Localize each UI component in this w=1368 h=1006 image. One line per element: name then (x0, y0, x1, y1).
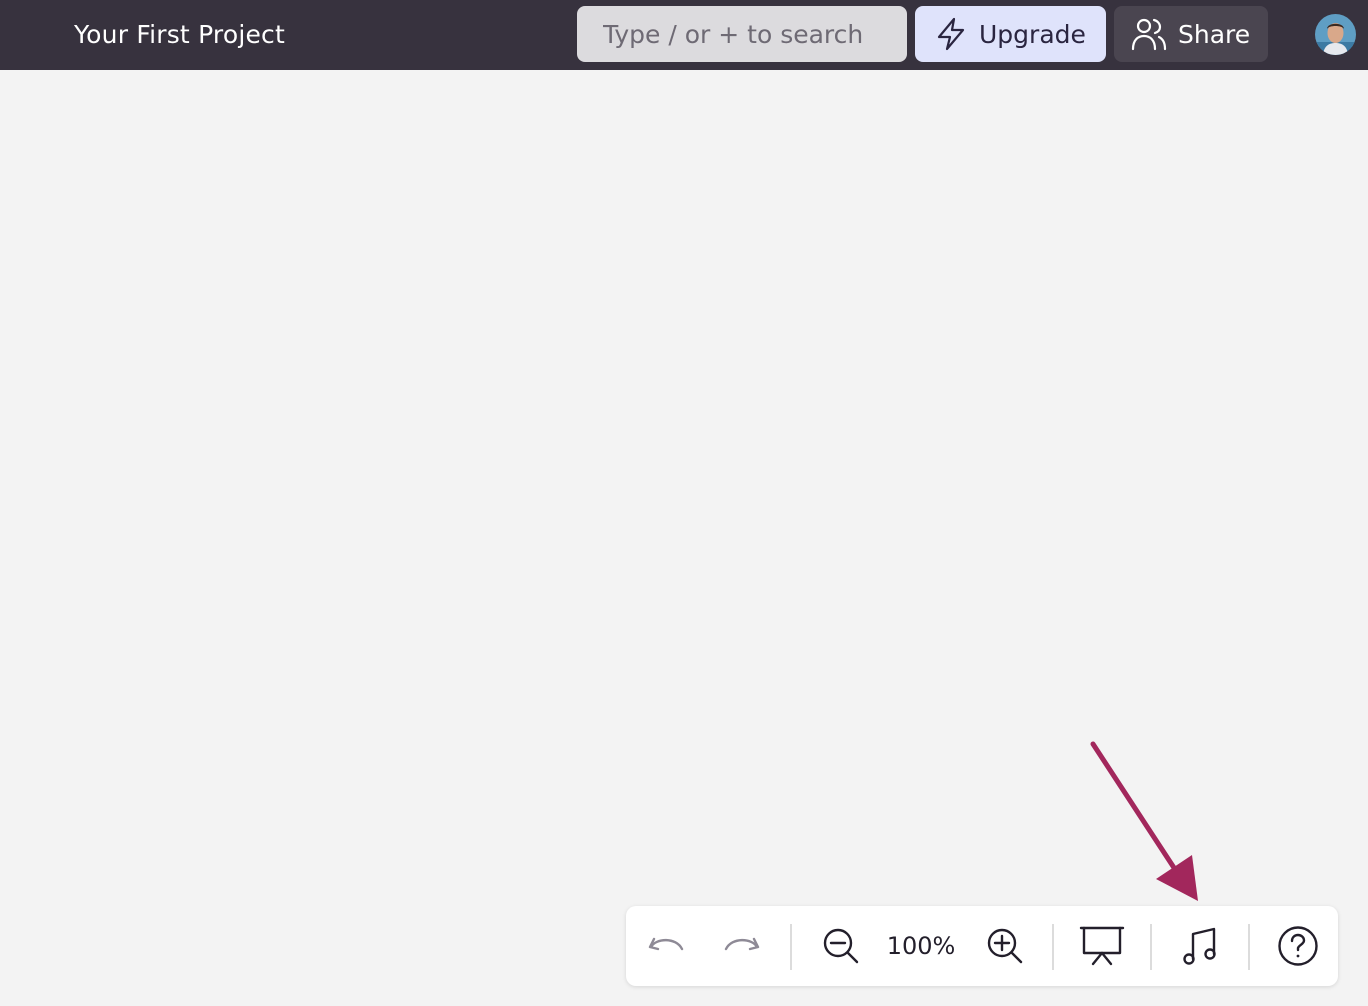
users-icon (1131, 18, 1167, 51)
zoom-level[interactable]: 100% (880, 906, 962, 986)
upgrade-button[interactable]: Upgrade (915, 6, 1106, 62)
redo-icon (724, 937, 760, 951)
share-button[interactable]: Share (1114, 6, 1268, 62)
zoom-in-button[interactable] (980, 906, 1030, 986)
toolbar-divider (1150, 924, 1152, 970)
music-button[interactable] (1174, 906, 1226, 986)
music-note-icon (1183, 927, 1216, 965)
avatar[interactable] (1315, 14, 1356, 55)
help-icon (1278, 926, 1318, 966)
canvas[interactable] (0, 70, 1368, 1006)
share-label: Share (1178, 19, 1251, 49)
present-button[interactable] (1076, 906, 1128, 986)
toolbar-divider (1248, 924, 1250, 970)
zoom-out-button[interactable] (816, 906, 866, 986)
undo-button[interactable] (640, 906, 692, 986)
help-button[interactable] (1272, 906, 1324, 986)
lightning-icon (937, 17, 965, 51)
upgrade-label: Upgrade (979, 19, 1086, 49)
presentation-icon (1079, 926, 1125, 966)
project-title[interactable]: Your First Project (74, 16, 285, 54)
search-input[interactable] (577, 6, 907, 62)
zoom-in-icon (987, 928, 1023, 964)
toolbar-divider (790, 924, 792, 970)
top-bar: Your First Project Upgrade Share (0, 0, 1368, 70)
bottom-toolbar: 100% (626, 906, 1338, 986)
redo-button[interactable] (716, 906, 768, 986)
toolbar-divider (1052, 924, 1054, 970)
undo-icon (648, 937, 684, 951)
zoom-out-icon (823, 928, 859, 964)
